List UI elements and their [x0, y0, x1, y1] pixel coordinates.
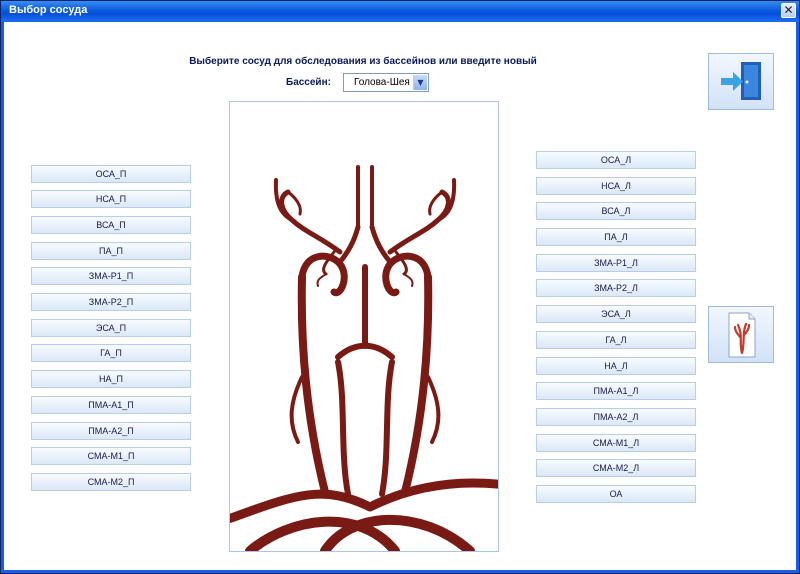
vessel-button-left[interactable]: СМА-М2_П [31, 473, 191, 491]
basin-label: Бассейн: [286, 77, 331, 88]
vessel-button-left[interactable]: ВСА_П [31, 216, 191, 234]
exit-button[interactable] [708, 53, 774, 110]
exit-door-icon [721, 62, 761, 100]
close-button[interactable]: ✕ [781, 3, 796, 18]
cerebral-arteries-illustration [230, 165, 498, 551]
window-border-right [796, 22, 799, 573]
vessel-button-right[interactable]: ЭСА_Л [536, 305, 696, 323]
window-title: Выбор сосуда [9, 4, 88, 16]
vessel-button-left[interactable]: ЗМА-Р2_П [31, 293, 191, 311]
vessel-button-right[interactable]: ОА [536, 485, 696, 503]
vessel-button-right[interactable]: ПМА-А1_Л [536, 382, 696, 400]
vessel-button-left[interactable]: ОСА_П [31, 165, 191, 183]
vessel-button-right[interactable]: ЗМА-Р2_Л [536, 279, 696, 297]
vessel-button-left[interactable]: ПА_П [31, 242, 191, 260]
title-bar: Выбор сосуда ✕ [1, 1, 799, 22]
vessel-button-right[interactable]: ВСА_Л [536, 202, 696, 220]
vessel-button-right[interactable]: ОСА_Л [536, 151, 696, 169]
instruction-text: Выберите сосуд для обследования из бассе… [189, 56, 537, 67]
vessel-button-right[interactable]: НА_Л [536, 357, 696, 375]
vessel-button-right[interactable]: НСА_Л [536, 177, 696, 195]
vessel-button-left[interactable]: НСА_П [31, 190, 191, 208]
vessel-button-left[interactable]: ЭСА_П [31, 319, 191, 337]
vessel-button-left[interactable]: ПМА-А1_П [31, 396, 191, 414]
basin-dropdown[interactable]: Голова-Шея ▼ [343, 73, 429, 92]
vessel-button-right[interactable]: ПМА-А2_Л [536, 408, 696, 426]
vessel-button-left[interactable]: ПМА-А2_П [31, 422, 191, 440]
vessel-button-right[interactable]: СМА-М2_Л [536, 459, 696, 477]
window-border-bottom [1, 570, 799, 573]
vessel-button-left[interactable]: НА_П [31, 370, 191, 388]
vessel-button-right[interactable]: СМА-М1_Л [536, 434, 696, 452]
chevron-down-icon[interactable]: ▼ [413, 75, 427, 90]
vessel-selection-window: Выбор сосуда ✕ Выберите сосуд для обслед… [0, 0, 800, 574]
window-border-left [1, 22, 4, 573]
vessel-button-left[interactable]: ЗМА-Р1_П [31, 267, 191, 285]
vessel-button-right[interactable]: ГА_Л [536, 331, 696, 349]
vessel-button-left[interactable]: ГА_П [31, 344, 191, 362]
report-document-icon [728, 312, 756, 358]
vessel-button-right[interactable]: ПА_Л [536, 228, 696, 246]
vessel-button-right[interactable]: ЗМА-Р1_Л [536, 254, 696, 272]
vessel-diagram [229, 101, 499, 552]
report-button[interactable] [708, 306, 774, 363]
basin-selected-value: Голова-Шея [354, 77, 410, 88]
vessel-button-left[interactable]: СМА-М1_П [31, 447, 191, 465]
